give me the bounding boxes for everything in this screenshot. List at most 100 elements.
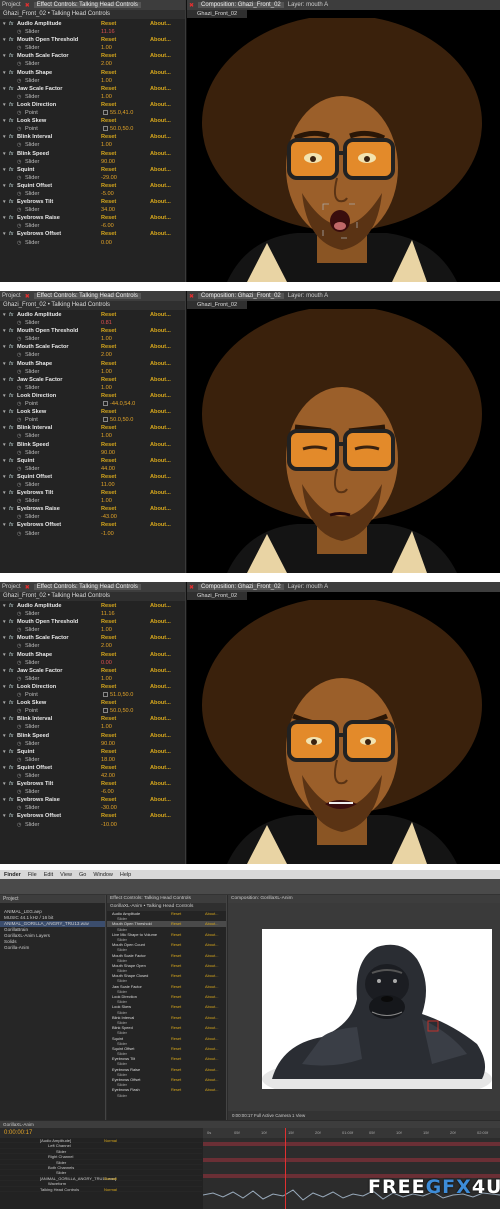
reset-link[interactable]: Reset [101, 360, 116, 368]
about-link[interactable]: About... [150, 780, 171, 788]
reset-link[interactable]: Reset [101, 489, 116, 497]
expand-triangle-icon[interactable]: ▾ [3, 182, 6, 190]
comp-subtab[interactable]: Ghazi_Front_02 [187, 301, 248, 309]
stopwatch-icon[interactable]: ◷ [17, 465, 21, 473]
slider-value[interactable]: -29.00 [101, 174, 117, 182]
slider-value[interactable]: 11.16 [101, 28, 115, 36]
stopwatch-icon[interactable]: ◷ [17, 44, 21, 52]
about-link[interactable]: About... [150, 424, 171, 432]
effect-property[interactable]: ▾ fx Blink Speed Reset About... [0, 150, 185, 158]
effect-property[interactable]: ▾ fx Eyebrows Offset Reset About... [0, 521, 185, 529]
reset-link[interactable]: Reset [101, 182, 116, 190]
about-link[interactable]: About... [150, 85, 171, 93]
expand-triangle-icon[interactable]: ▾ [3, 133, 6, 141]
slider-value[interactable]: 2.00 [101, 351, 112, 359]
timeline-tab[interactable]: GorillaXL-Anim [0, 1121, 500, 1128]
stopwatch-icon[interactable]: ◷ [17, 513, 21, 521]
reset-link[interactable]: Reset [101, 69, 116, 77]
ae-effect-controls-tab[interactable]: Effect Controls: Talking Head Controls [107, 895, 226, 903]
reset-link[interactable]: Reset [101, 343, 116, 351]
point-value[interactable]: 50.0,50.0 [103, 707, 133, 715]
effect-property[interactable]: ▾ fx Squint Offset Reset About... [0, 764, 185, 772]
slider-value[interactable]: -1.00 [101, 530, 114, 538]
about-link[interactable]: About... [150, 214, 171, 222]
stopwatch-icon[interactable]: ◷ [17, 93, 21, 101]
stopwatch-icon[interactable]: ◷ [17, 335, 21, 343]
about-link[interactable]: About... [150, 602, 171, 610]
about-link[interactable]: About... [150, 166, 171, 174]
about-link[interactable]: About... [150, 52, 171, 60]
reset-link[interactable]: Reset [101, 521, 116, 529]
effect-property[interactable]: ▾ fx Blink Interval Reset About... [0, 715, 185, 723]
effect-property[interactable]: ▾ fx Mouth Open Threshold Reset About... [0, 327, 185, 335]
about-link[interactable]: About... [150, 634, 171, 642]
stopwatch-icon[interactable]: ◷ [17, 610, 21, 618]
point-value[interactable]: 51.0,50.0 [103, 691, 133, 699]
slider-value[interactable]: 0.00 [101, 239, 112, 247]
effect-property[interactable]: ▾ fx Look Skew Reset About... [0, 699, 185, 707]
slider-value[interactable]: 1.00 [101, 626, 112, 634]
composition-viewer[interactable] [187, 18, 500, 282]
menu-edit[interactable]: Edit [44, 872, 53, 878]
effect-property[interactable]: ▾ fx Jaw Scale Factor Reset About... [0, 85, 185, 93]
expand-triangle-icon[interactable]: ▾ [3, 150, 6, 158]
about-link[interactable]: About... [150, 618, 171, 626]
about-link[interactable]: About... [150, 20, 171, 28]
expand-triangle-icon[interactable]: ▾ [3, 683, 6, 691]
stopwatch-icon[interactable]: ◷ [17, 141, 21, 149]
effect-controls-tab[interactable]: Effect Controls: Talking Head Controls [33, 584, 141, 590]
stopwatch-icon[interactable]: ◷ [17, 740, 21, 748]
stopwatch-icon[interactable]: ◷ [17, 788, 21, 796]
about-link[interactable]: About... [150, 182, 171, 190]
effect-property[interactable]: ▾ fx Eyebrows Raise Reset About... [0, 505, 185, 513]
reset-link[interactable]: Reset [101, 732, 116, 740]
layer-mode[interactable]: Normal [104, 1187, 117, 1192]
reset-link[interactable]: Reset [101, 457, 116, 465]
effect-property[interactable]: ▾ fx Blink Interval Reset About... [0, 424, 185, 432]
close-icon[interactable]: ✖ [25, 2, 30, 9]
expand-triangle-icon[interactable]: ▾ [3, 230, 6, 238]
effect-property[interactable]: ▾ fx Look Direction Reset About... [0, 101, 185, 109]
project-tab[interactable]: Project [2, 293, 21, 299]
effect-property[interactable]: ▾ fx Mouth Scale Factor Reset About... [0, 634, 185, 642]
reset-link[interactable]: Reset [101, 392, 116, 400]
about-link[interactable]: About... [150, 764, 171, 772]
about-link[interactable]: About... [150, 376, 171, 384]
reset-link[interactable]: Reset [101, 634, 116, 642]
slider-value[interactable]: 1.00 [101, 368, 112, 376]
effect-property[interactable]: ▾ fx Look Direction Reset About... [0, 392, 185, 400]
effect-property[interactable]: ▾ fx Mouth Shape Reset About... [0, 360, 185, 368]
effect-property[interactable]: ▾ fx Squint Reset About... [0, 166, 185, 174]
expand-triangle-icon[interactable]: ▾ [3, 489, 6, 497]
expand-triangle-icon[interactable]: ▾ [3, 457, 6, 465]
expand-triangle-icon[interactable]: ▾ [3, 52, 6, 60]
time-ruler[interactable]: 0s 05f 10f 15f 20f 01:00f 05f 10f 15f 20f 02:00f [203, 1128, 500, 1138]
close-icon[interactable]: ✖ [25, 293, 30, 300]
slider-value[interactable]: 1.00 [101, 432, 112, 440]
stopwatch-icon[interactable]: ◷ [17, 28, 21, 36]
stopwatch-icon[interactable]: ◷ [17, 384, 21, 392]
crosshair-icon[interactable] [103, 708, 108, 714]
effect-property[interactable]: ▾ fx Blink Speed Reset About... [0, 441, 185, 449]
reset-link[interactable]: Reset [101, 424, 116, 432]
expand-triangle-icon[interactable]: ▾ [3, 376, 6, 384]
reset-link[interactable]: Reset [101, 150, 116, 158]
stopwatch-icon[interactable]: ◷ [17, 821, 21, 829]
effect-property[interactable]: ▾ fx Mouth Scale Factor Reset About... [0, 343, 185, 351]
stopwatch-icon[interactable]: ◷ [17, 60, 21, 68]
reset-link[interactable]: Reset [101, 52, 116, 60]
expand-triangle-icon[interactable]: ▾ [3, 651, 6, 659]
expand-triangle-icon[interactable]: ▾ [3, 441, 6, 449]
slider-value[interactable]: 11.00 [101, 481, 115, 489]
reset-link[interactable]: Reset [101, 715, 116, 723]
slider-value[interactable]: 1.00 [101, 77, 112, 85]
expand-triangle-icon[interactable]: ▾ [3, 715, 6, 723]
stopwatch-icon[interactable]: ◷ [17, 400, 21, 408]
reset-link[interactable]: Reset [101, 198, 116, 206]
reset-link[interactable]: Reset [101, 441, 116, 449]
slider-value[interactable]: 1.00 [101, 384, 112, 392]
stopwatch-icon[interactable]: ◷ [17, 416, 21, 424]
about-link[interactable]: About... [150, 408, 171, 416]
composition-tab[interactable]: Composition: Ghazi_Front_02 [198, 293, 284, 299]
reset-link[interactable]: Reset [101, 699, 116, 707]
